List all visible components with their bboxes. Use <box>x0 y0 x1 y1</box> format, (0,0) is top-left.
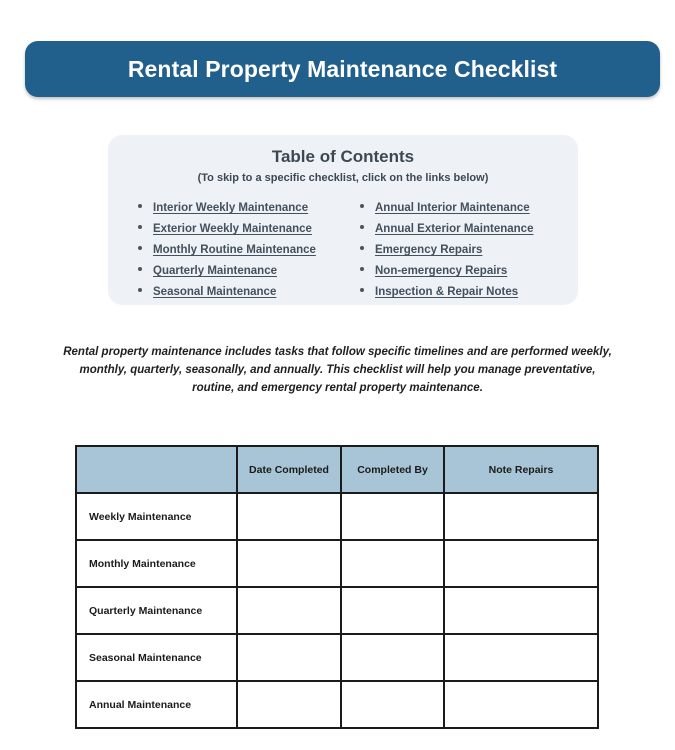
maintenance-checklist-table: Date Completed Completed By Note Repairs… <box>75 445 599 729</box>
toc-columns: Interior Weekly Maintenance Exterior Wee… <box>108 199 578 304</box>
toc-link-emergency-repairs[interactable]: Emergency Repairs <box>375 244 482 256</box>
cell-completed-by-monthly[interactable] <box>340 539 445 588</box>
toc-list-right: Annual Interior Maintenance Annual Exter… <box>360 199 556 300</box>
column-header-note-repairs: Note Repairs <box>443 445 599 494</box>
cell-completed-by-weekly[interactable] <box>340 492 445 541</box>
cell-note-repairs-quarterly[interactable] <box>443 586 599 635</box>
list-item: Interior Weekly Maintenance <box>138 199 334 216</box>
toc-link-monthly-routine-maintenance[interactable]: Monthly Routine Maintenance <box>153 244 316 256</box>
row-label-quarterly-maintenance: Quarterly Maintenance <box>75 586 238 635</box>
bullet-icon <box>138 225 142 229</box>
cell-date-completed-annual[interactable] <box>236 680 342 729</box>
bullet-icon <box>138 246 142 250</box>
toc-link-annual-interior-maintenance[interactable]: Annual Interior Maintenance <box>375 202 530 214</box>
cell-note-repairs-seasonal[interactable] <box>443 633 599 682</box>
row-label-weekly-maintenance: Weekly Maintenance <box>75 492 238 541</box>
page-title: Rental Property Maintenance Checklist <box>127 55 558 82</box>
list-item: Emergency Repairs <box>360 241 556 258</box>
list-item: Inspection & Repair Notes <box>360 283 556 300</box>
toc-subtitle: (To skip to a specific checklist, click … <box>197 172 489 184</box>
row-label-monthly-maintenance: Monthly Maintenance <box>75 539 238 588</box>
cell-date-completed-weekly[interactable] <box>236 492 342 541</box>
table-body: Weekly Maintenance Monthly Maintenance Q… <box>75 492 599 729</box>
cell-note-repairs-annual[interactable] <box>443 680 599 729</box>
bullet-icon <box>138 288 142 292</box>
list-item: Annual Interior Maintenance <box>360 199 556 216</box>
cell-note-repairs-monthly[interactable] <box>443 539 599 588</box>
cell-completed-by-annual[interactable] <box>340 680 445 729</box>
list-item: Exterior Weekly Maintenance <box>138 220 334 237</box>
toc-column-right: Annual Interior Maintenance Annual Exter… <box>334 199 556 304</box>
toc-link-seasonal-maintenance[interactable]: Seasonal Maintenance <box>153 286 276 298</box>
bullet-icon <box>360 267 364 271</box>
table-row: Monthly Maintenance <box>75 539 599 588</box>
cell-date-completed-quarterly[interactable] <box>236 586 342 635</box>
list-item: Annual Exterior Maintenance <box>360 220 556 237</box>
column-header-category <box>75 445 238 494</box>
toc-link-annual-exterior-maintenance[interactable]: Annual Exterior Maintenance <box>375 223 533 235</box>
checklist-table-wrapper: Date Completed Completed By Note Repairs… <box>75 445 599 729</box>
toc-link-quarterly-maintenance[interactable]: Quarterly Maintenance <box>153 265 277 277</box>
row-label-seasonal-maintenance: Seasonal Maintenance <box>75 633 238 682</box>
table-header-row: Date Completed Completed By Note Repairs <box>75 445 599 494</box>
list-item: Monthly Routine Maintenance <box>138 241 334 258</box>
bullet-icon <box>360 225 364 229</box>
table-row: Seasonal Maintenance <box>75 633 599 682</box>
column-header-date-completed: Date Completed <box>236 445 342 494</box>
bullet-icon <box>360 246 364 250</box>
list-item: Non-emergency Repairs <box>360 262 556 279</box>
intro-paragraph: Rental property maintenance includes tas… <box>63 346 612 394</box>
bullet-icon <box>138 204 142 208</box>
table-row: Quarterly Maintenance <box>75 586 599 635</box>
bullet-icon <box>138 267 142 271</box>
toc-link-interior-weekly-maintenance[interactable]: Interior Weekly Maintenance <box>153 202 308 214</box>
bullet-icon <box>360 288 364 292</box>
cell-completed-by-seasonal[interactable] <box>340 633 445 682</box>
toc-heading: Table of Contents <box>271 147 415 166</box>
table-row: Annual Maintenance <box>75 680 599 729</box>
table-header: Date Completed Completed By Note Repairs <box>75 445 599 494</box>
page-header-banner: Rental Property Maintenance Checklist <box>25 41 660 97</box>
toc-list-left: Interior Weekly Maintenance Exterior Wee… <box>138 199 334 300</box>
list-item: Quarterly Maintenance <box>138 262 334 279</box>
cell-date-completed-seasonal[interactable] <box>236 633 342 682</box>
toc-column-left: Interior Weekly Maintenance Exterior Wee… <box>138 199 334 304</box>
table-row: Weekly Maintenance <box>75 492 599 541</box>
cell-date-completed-monthly[interactable] <box>236 539 342 588</box>
list-item: Seasonal Maintenance <box>138 283 334 300</box>
toc-link-non-emergency-repairs[interactable]: Non-emergency Repairs <box>375 265 507 277</box>
bullet-icon <box>360 204 364 208</box>
column-header-completed-by: Completed By <box>340 445 445 494</box>
cell-note-repairs-weekly[interactable] <box>443 492 599 541</box>
toc-link-exterior-weekly-maintenance[interactable]: Exterior Weekly Maintenance <box>153 223 312 235</box>
table-of-contents-panel: Table of Contents (To skip to a specific… <box>108 135 578 305</box>
toc-link-inspection-repair-notes[interactable]: Inspection & Repair Notes <box>375 286 518 298</box>
cell-completed-by-quarterly[interactable] <box>340 586 445 635</box>
row-label-annual-maintenance: Annual Maintenance <box>75 680 238 729</box>
